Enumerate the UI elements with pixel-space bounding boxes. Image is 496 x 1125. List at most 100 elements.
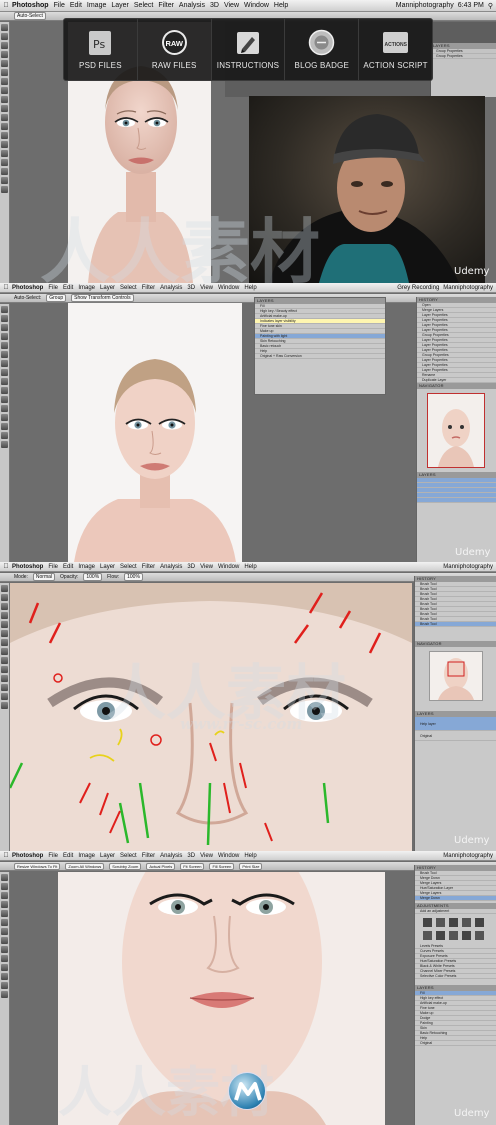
pen-tool-icon[interactable] <box>1 964 8 971</box>
menu-image[interactable]: Image <box>78 564 95 570</box>
spotlight-icon[interactable]: ⚲ <box>488 2 493 10</box>
menu-image[interactable]: Image <box>78 285 95 291</box>
menu-edit[interactable]: Edit <box>70 2 82 9</box>
marquee-tool-icon[interactable] <box>1 883 8 890</box>
menu-window[interactable]: Window <box>218 564 239 570</box>
actual-pixels-button[interactable]: Actual Pixels <box>146 862 176 870</box>
lasso-tool-icon[interactable] <box>1 324 8 331</box>
menu-layer[interactable]: Layer <box>100 853 115 859</box>
wand-tool-icon[interactable] <box>1 901 8 908</box>
wand-tool-icon[interactable] <box>1 333 8 340</box>
move-tool-icon[interactable] <box>1 24 8 31</box>
heal-tool-icon[interactable] <box>1 360 8 367</box>
brush-tool-icon[interactable] <box>1 639 8 646</box>
menu-help[interactable]: Help <box>244 564 256 570</box>
marquee-tool-icon[interactable] <box>1 594 8 601</box>
eraser-tool-icon[interactable] <box>1 946 8 953</box>
marquee-tool-icon[interactable] <box>1 33 8 40</box>
type-tool-icon[interactable] <box>1 150 8 157</box>
document-canvas[interactable]: 人人素材 <box>58 872 385 1125</box>
menu-help[interactable]: Help <box>274 2 288 9</box>
brush-tool-icon[interactable] <box>1 928 8 935</box>
curves-icon[interactable] <box>449 918 458 927</box>
type-tool-icon[interactable] <box>1 684 8 691</box>
menu-layer[interactable]: Layer <box>111 2 129 9</box>
eraser-tool-icon[interactable] <box>1 387 8 394</box>
auto-select-checkbox[interactable]: Auto-Select <box>14 12 46 20</box>
crop-tool-icon[interactable] <box>1 910 8 917</box>
lasso-tool-icon[interactable] <box>1 42 8 49</box>
hand-tool-icon[interactable] <box>1 177 8 184</box>
menu-edit[interactable]: Edit <box>63 285 73 291</box>
heal-tool-icon[interactable] <box>1 919 8 926</box>
channel-mixer-icon[interactable] <box>475 931 484 940</box>
zoom-tool-icon[interactable] <box>1 702 8 709</box>
navigator-preview[interactable] <box>429 651 483 701</box>
layer-row[interactable]: Original + Raw Conversion <box>255 354 385 359</box>
app-name[interactable]: Photoshop <box>12 853 43 859</box>
eyedropper-tool-icon[interactable] <box>1 351 8 358</box>
menu-3d[interactable]: 3D <box>187 564 195 570</box>
hand-tool-icon[interactable] <box>1 432 8 439</box>
crop-tool-icon[interactable] <box>1 621 8 628</box>
print-size-button[interactable]: Print Size <box>239 862 263 870</box>
hue-saturation-icon[interactable] <box>423 931 432 940</box>
menu-3d[interactable]: 3D <box>187 285 195 291</box>
menu-image[interactable]: Image <box>78 853 95 859</box>
pen-tool-icon[interactable] <box>1 141 8 148</box>
heal-tool-icon[interactable] <box>1 630 8 637</box>
gradient-tool-icon[interactable] <box>1 396 8 403</box>
app-name[interactable]: Photoshop <box>12 2 49 9</box>
menu-view[interactable]: View <box>200 285 213 291</box>
dodge-tool-icon[interactable] <box>1 405 8 412</box>
menu-window[interactable]: Window <box>218 853 239 859</box>
vibrance-icon[interactable] <box>475 918 484 927</box>
menu-select[interactable]: Select <box>120 564 137 570</box>
menu-layer[interactable]: Layer <box>100 564 115 570</box>
menu-file[interactable]: File <box>48 285 58 291</box>
menu-image[interactable]: Image <box>87 2 106 9</box>
instructions-button[interactable]: INSTRUCTIONS <box>212 19 286 80</box>
menu-file[interactable]: File <box>54 2 65 9</box>
menu-filter[interactable]: Filter <box>158 2 174 9</box>
heal-tool-icon[interactable] <box>1 78 8 85</box>
layer-row[interactable]: Original <box>415 1041 496 1046</box>
menu-select[interactable]: Select <box>120 853 137 859</box>
raw-files-button[interactable]: RAW RAW FILES <box>138 19 212 80</box>
menu-filter[interactable]: Filter <box>142 285 155 291</box>
wand-tool-icon[interactable] <box>1 51 8 58</box>
app-name[interactable]: Photoshop <box>12 564 43 570</box>
menu-view[interactable]: View <box>200 853 213 859</box>
eraser-tool-icon[interactable] <box>1 114 8 121</box>
eyedropper-tool-icon[interactable] <box>1 69 8 76</box>
app-name[interactable]: Photoshop <box>12 285 43 291</box>
brightness-icon[interactable] <box>423 918 432 927</box>
stamp-tool-icon[interactable] <box>1 937 8 944</box>
psd-files-button[interactable]: Ps PSD FILES <box>64 19 138 80</box>
gradient-tool-icon[interactable] <box>1 123 8 130</box>
eraser-tool-icon[interactable] <box>1 657 8 664</box>
marquee-tool-icon[interactable] <box>1 315 8 322</box>
crop-tool-icon[interactable] <box>1 60 8 67</box>
menu-filter[interactable]: Filter <box>142 564 155 570</box>
shape-tool-icon[interactable] <box>1 168 8 175</box>
auto-select-dropdown[interactable]: Group <box>46 294 67 302</box>
layer-row-selected[interactable] <box>417 498 496 503</box>
menu-file[interactable]: File <box>48 853 58 859</box>
pen-tool-icon[interactable] <box>1 414 8 421</box>
type-tool-icon[interactable] <box>1 423 8 430</box>
move-tool-icon[interactable] <box>1 306 8 313</box>
navigator-preview[interactable] <box>427 393 485 468</box>
menu-help[interactable]: Help <box>244 853 256 859</box>
apple-icon[interactable]:  <box>0 852 12 859</box>
menubar-user[interactable]: Manniphotography <box>443 853 493 859</box>
menu-analysis[interactable]: Analysis <box>160 564 182 570</box>
stamp-tool-icon[interactable] <box>1 96 8 103</box>
wand-tool-icon[interactable] <box>1 612 8 619</box>
brush-tool-icon[interactable] <box>1 369 8 376</box>
move-tool-icon[interactable] <box>1 585 8 592</box>
crop-tool-icon[interactable] <box>1 342 8 349</box>
apple-icon[interactable]:  <box>0 284 12 291</box>
dodge-tool-icon[interactable] <box>1 666 8 673</box>
menu-view[interactable]: View <box>224 2 239 9</box>
